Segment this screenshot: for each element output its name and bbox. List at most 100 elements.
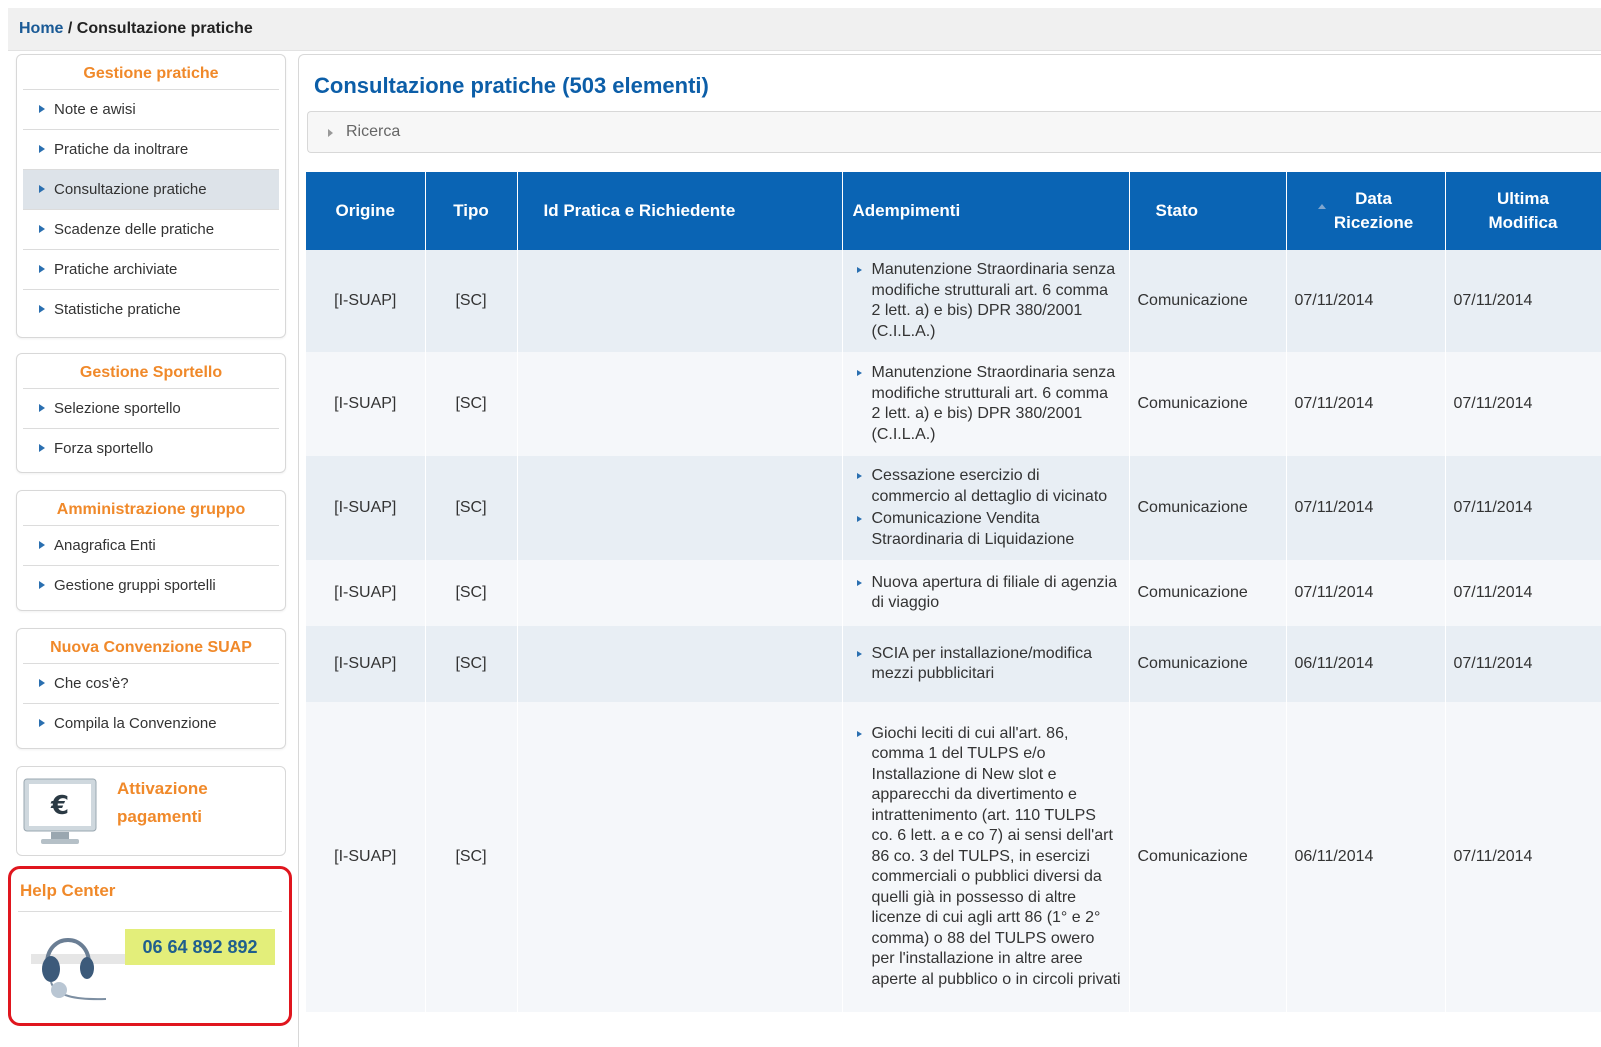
cell-origine: [I-SUAP] bbox=[306, 250, 426, 352]
cell-tipo: [SC] bbox=[425, 352, 518, 456]
cell-data-ricezione: 07/11/2014 bbox=[1286, 250, 1446, 352]
column-header-origine[interactable]: Origine bbox=[306, 172, 426, 250]
cell-ultima-modifica: 07/11/2014 bbox=[1445, 352, 1601, 456]
breadcrumb: Home / Consultazione pratiche bbox=[19, 20, 253, 38]
sidebar-item-pratiche-archiviate[interactable]: Pratiche archiviate bbox=[23, 250, 279, 290]
pagamenti-label-line1: Attivazione bbox=[117, 779, 208, 798]
sidebar-item-label: Statistiche pratiche bbox=[54, 301, 181, 318]
arrow-right-icon bbox=[39, 265, 45, 273]
cell-origine: [I-SUAP] bbox=[306, 702, 426, 1012]
sidebar-item-label: Note e awisi bbox=[54, 101, 136, 118]
help-center-box: Help Center 06 64 892 892 bbox=[8, 866, 292, 1026]
column-header-line2: Modifica bbox=[1488, 213, 1558, 232]
arrow-right-icon bbox=[856, 579, 862, 586]
sidebar-item-forza-sportello[interactable]: Forza sportello bbox=[23, 429, 279, 469]
sidebar-item-label: Compila la Convenzione bbox=[54, 715, 217, 732]
cell-stato: Comunicazione bbox=[1129, 626, 1287, 702]
sidebar-item-label: Che cos'è? bbox=[54, 675, 129, 692]
cell-origine: [I-SUAP] bbox=[306, 560, 426, 626]
sidebar-item-label: Pratiche da inoltrare bbox=[54, 141, 189, 158]
sidebar-item-gestione-gruppi[interactable]: Gestione gruppi sportelli bbox=[23, 566, 279, 606]
arrow-right-icon bbox=[856, 650, 862, 657]
cell-data-ricezione: 06/11/2014 bbox=[1286, 626, 1446, 702]
sidebar-item-statistiche[interactable]: Statistiche pratiche bbox=[23, 290, 279, 330]
adempimento-label: Giochi leciti di cui all'art. 86, comma … bbox=[871, 724, 1121, 988]
cell-ultima-modifica: 07/11/2014 bbox=[1445, 702, 1601, 1012]
arrow-right-icon bbox=[39, 305, 45, 313]
cell-stato: Comunicazione bbox=[1129, 456, 1287, 560]
attivazione-pagamenti-banner[interactable]: € Attivazione pagamenti bbox=[16, 766, 286, 856]
table-row[interactable]: [I-SUAP] [SC] Cessazione esercizio di comm… bbox=[306, 456, 1601, 560]
sidebar-section-title: Amministrazione gruppo bbox=[23, 495, 279, 526]
cell-id-pratica bbox=[517, 702, 843, 1012]
arrow-right-icon bbox=[856, 370, 862, 376]
adempimento-link[interactable]: SCIA per installazione/modifica mezzi pu… bbox=[856, 644, 1121, 685]
cell-origine: [I-SUAP] bbox=[306, 626, 426, 702]
cell-ultima-modifica: 07/11/2014 bbox=[1445, 250, 1601, 352]
arrow-right-icon bbox=[39, 185, 45, 193]
breadcrumb-separator: / bbox=[63, 20, 77, 37]
column-header-ultima-modifica[interactable]: Ultima Modifica bbox=[1445, 172, 1601, 250]
adempimento-link[interactable]: Giochi leciti di cui all'art. 86, comma … bbox=[856, 724, 1121, 991]
sidebar-item-scadenze[interactable]: Scadenze delle pratiche bbox=[23, 210, 279, 250]
sidebar-item-note-avvisi[interactable]: Note e awisi bbox=[23, 90, 279, 130]
table-row[interactable]: [I-SUAP] [SC] SCIA per installazione/modif… bbox=[306, 626, 1601, 702]
arrow-right-icon bbox=[39, 679, 45, 687]
arrow-right-icon bbox=[39, 719, 45, 727]
column-header-line1: Ultima bbox=[1497, 189, 1549, 208]
cell-adempimenti: Manutenzione Straordinaria senza modific… bbox=[842, 352, 1130, 456]
cell-data-ricezione: 06/11/2014 bbox=[1286, 702, 1446, 1012]
arrow-right-icon bbox=[39, 541, 45, 549]
column-header-data-ricezione[interactable]: Data Ricezione bbox=[1286, 172, 1446, 250]
sidebar-nuova-convenzione: Nuova Convenzione SUAP Che cos'è? Compil… bbox=[16, 628, 286, 749]
breadcrumb-current: Consultazione pratiche bbox=[76, 20, 253, 37]
column-header-adempimenti[interactable]: Adempimenti bbox=[842, 172, 1130, 250]
adempimento-link[interactable]: Manutenzione Straordinaria senza modific… bbox=[856, 260, 1121, 342]
cell-ultima-modifica: 07/11/2014 bbox=[1445, 456, 1601, 560]
sidebar-item-consultazione-pratiche[interactable]: Consultazione pratiche bbox=[23, 170, 279, 210]
adempimento-link[interactable]: Nuova apertura di filiale di agenzia di … bbox=[856, 573, 1121, 614]
sidebar-item-label: Scadenze delle pratiche bbox=[54, 221, 215, 238]
page-title: Consultazione pratiche (503 elementi) bbox=[314, 73, 709, 98]
cell-id-pratica bbox=[517, 456, 843, 560]
sidebar-item-label: Consultazione pratiche bbox=[54, 181, 207, 198]
search-toggle[interactable]: Ricerca bbox=[307, 111, 1601, 153]
table-row[interactable]: [I-SUAP] [SC] Manutenzione Straordinaria s… bbox=[306, 352, 1601, 456]
cell-adempimenti: SCIA per installazione/modifica mezzi pu… bbox=[842, 626, 1130, 702]
adempimento-label: Manutenzione Straordinaria senza modific… bbox=[871, 261, 1116, 340]
sidebar-section-title: Gestione Sportello bbox=[23, 358, 279, 389]
sidebar-item-pratiche-da-inoltrare[interactable]: Pratiche da inoltrare bbox=[23, 130, 279, 170]
pagamenti-label: Attivazione pagamenti bbox=[117, 775, 237, 831]
sidebar-item-selezione-sportello[interactable]: Selezione sportello bbox=[23, 389, 279, 429]
sidebar-item-anagrafica-enti[interactable]: Anagrafica Enti bbox=[23, 526, 279, 566]
sidebar-item-compila-convenzione[interactable]: Compila la Convenzione bbox=[23, 704, 279, 744]
euro-symbol: € bbox=[50, 791, 69, 821]
headset-icon bbox=[31, 938, 126, 1001]
cell-stato: Comunicazione bbox=[1129, 702, 1287, 1012]
column-header-id-pratica[interactable]: Id Pratica e Richiedente bbox=[517, 172, 843, 250]
column-header-tipo[interactable]: Tipo bbox=[425, 172, 518, 250]
arrow-right-icon bbox=[39, 105, 45, 113]
table-row[interactable]: [I-SUAP] [SC] Nuova apertura di filiale di… bbox=[306, 560, 1601, 626]
cell-stato: Comunicazione bbox=[1129, 560, 1287, 626]
column-header-stato[interactable]: Stato bbox=[1129, 172, 1287, 250]
adempimento-link[interactable]: Comunicazione Vendita Straordinaria di L… bbox=[856, 509, 1121, 550]
adempimento-label: Comunicazione Vendita Straordinaria di L… bbox=[871, 510, 1075, 548]
adempimento-link[interactable]: Manutenzione Straordinaria senza modific… bbox=[856, 363, 1121, 445]
column-header-line1: Data bbox=[1355, 189, 1392, 208]
arrow-right-icon bbox=[39, 225, 45, 233]
table-row[interactable]: [I-SUAP] [SC] Manutenzione Straordinaria s… bbox=[306, 250, 1601, 352]
sidebar-item-che-cose[interactable]: Che cos'è? bbox=[23, 664, 279, 704]
table-row[interactable]: [I-SUAP] [SC] Giochi leciti di cui all'art… bbox=[306, 702, 1601, 1012]
breadcrumb-home-link[interactable]: Home bbox=[19, 20, 63, 37]
cell-tipo: [SC] bbox=[425, 702, 518, 1012]
cell-tipo: [SC] bbox=[425, 456, 518, 560]
pagamenti-label-line2: pagamenti bbox=[117, 807, 203, 826]
cell-tipo: [SC] bbox=[425, 560, 518, 626]
adempimento-link[interactable]: Cessazione esercizio di commercio al det… bbox=[856, 466, 1121, 507]
pratiche-table: Origine Tipo Id Pratica e Richiedente Ad… bbox=[306, 172, 1601, 1012]
sidebar-gestione-pratiche: Gestione pratiche Note e awisi Pratiche … bbox=[16, 54, 286, 338]
help-phone-number[interactable]: 06 64 892 892 bbox=[125, 929, 275, 965]
cell-tipo: [SC] bbox=[425, 250, 518, 352]
adempimento-label: Manutenzione Straordinaria senza modific… bbox=[871, 364, 1116, 443]
